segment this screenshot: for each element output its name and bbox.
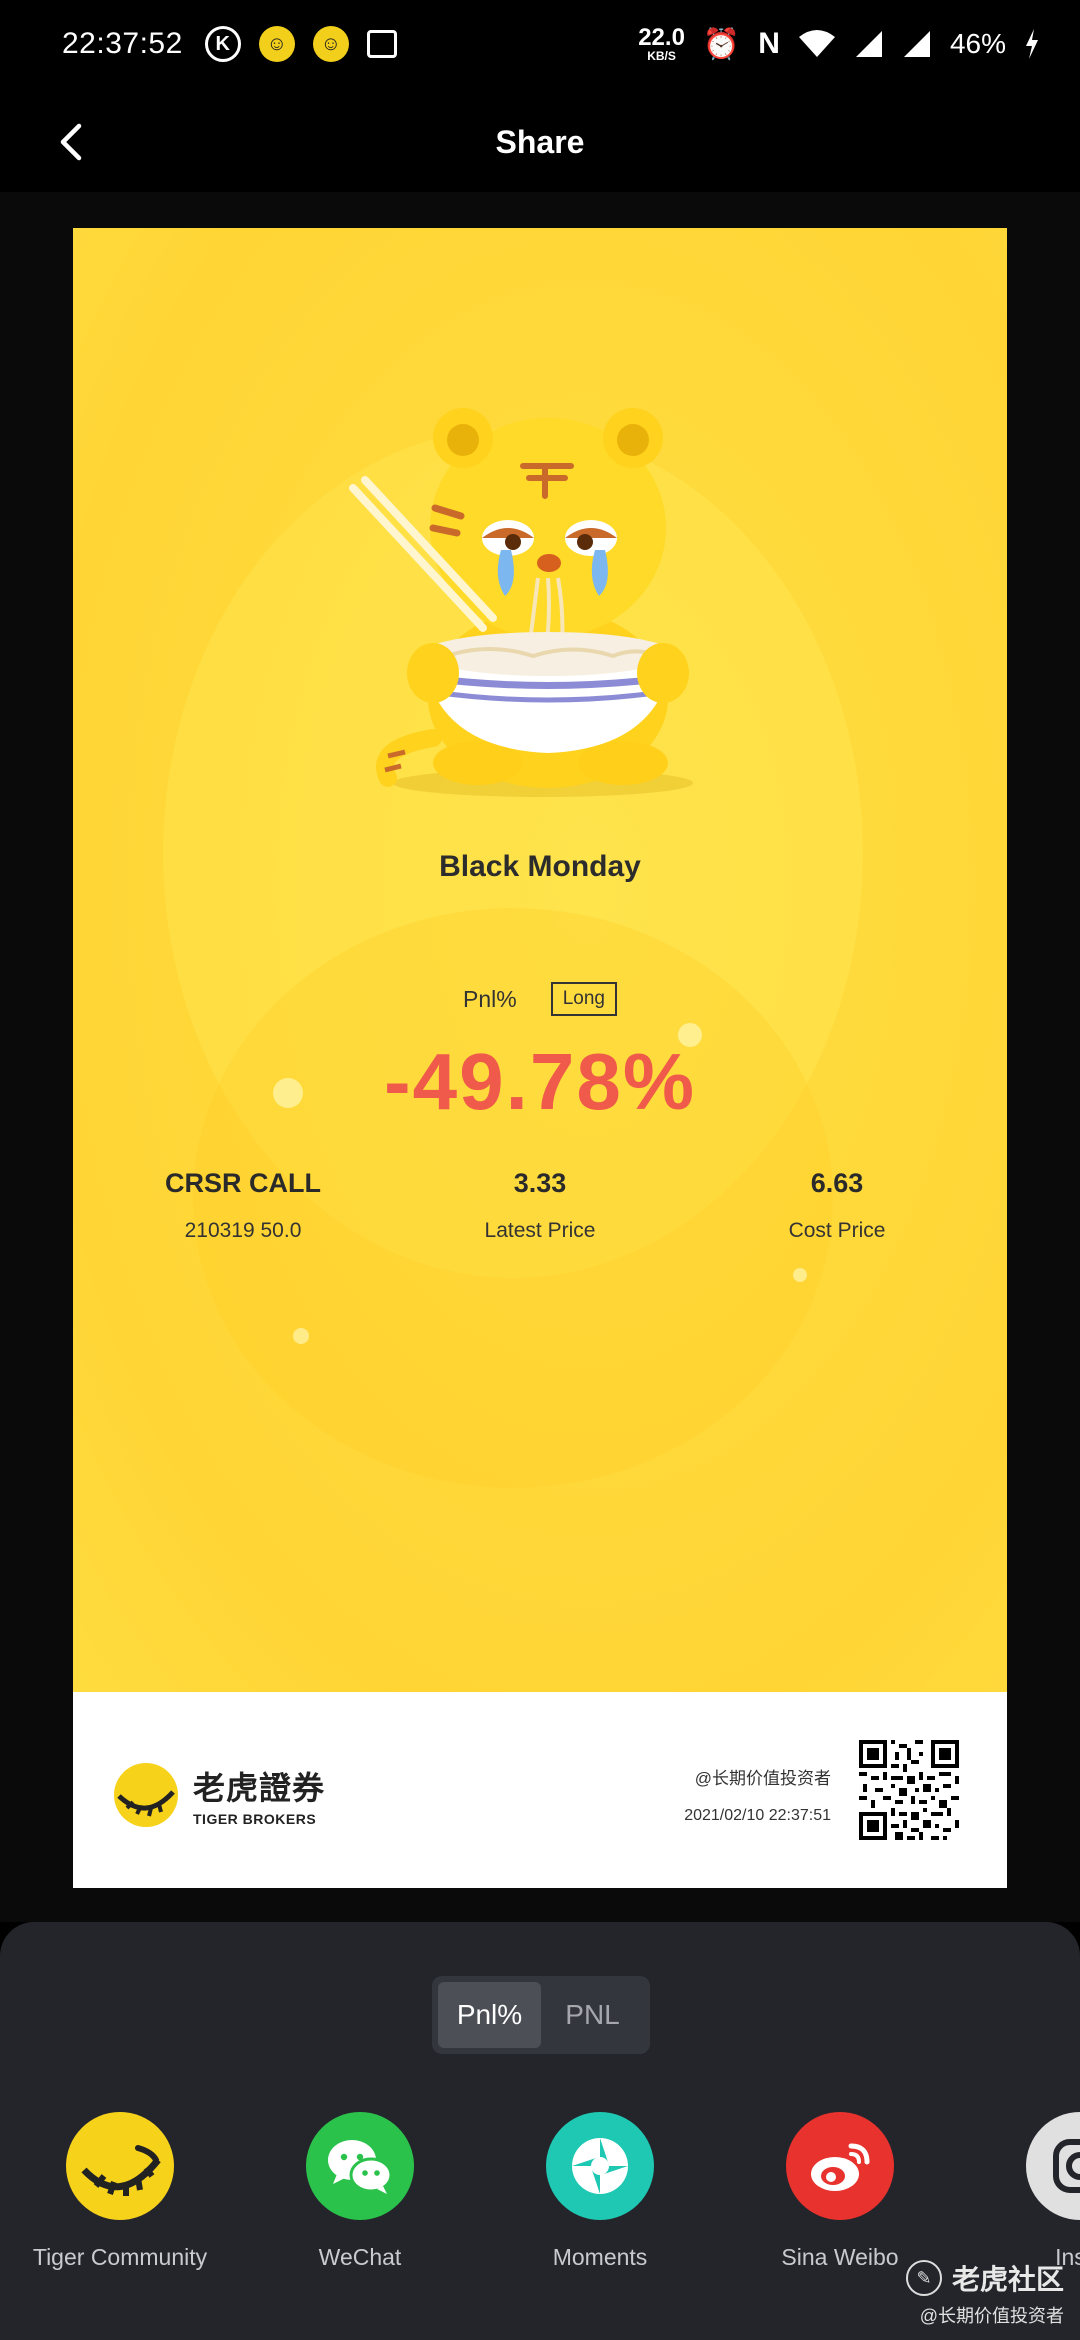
app-header: Share (0, 92, 1080, 192)
weibo-icon (786, 2112, 894, 2220)
battery-percent: 46% (949, 28, 1006, 59)
position-stats: CRSR CALL 210319 50.0 3.33 Latest Price … (113, 1168, 967, 1243)
share-instagram[interactable]: Insta (960, 2112, 1080, 2271)
toggle-pnl-amount[interactable]: PNL (541, 1982, 644, 2048)
watermark-subtitle: @长期价值投资者 (919, 2306, 1064, 2326)
card-footer: 老虎證券 TIGER BROKERS @长期价值投资者 2021/02/10 2… (73, 1692, 1007, 1888)
qr-code (859, 1740, 959, 1840)
share-info: @长期价值投资者 2021/02/10 22:37:51 (684, 1764, 831, 1825)
share-tiger-community[interactable]: Tiger Community (0, 2112, 240, 2271)
pnl-value: -49.78% (384, 1037, 696, 1126)
status-bar: 22:37:52 K ☺ ☺ 22.0 KB/S ⏰ N 46% (0, 0, 1080, 88)
community-watermark: ✎ 老虎社区 @长期价值投资者 (905, 2258, 1064, 2328)
pnl-toggle: Pnl% PNL (432, 1976, 650, 2054)
share-sina-weibo[interactable]: Sina Weibo (720, 2112, 960, 2271)
direction-badge: Long (550, 982, 617, 1016)
tiger-icon (66, 2112, 174, 2220)
k-app-icon: K (204, 26, 241, 62)
back-button[interactable] (42, 114, 98, 170)
share-moments[interactable]: Moments (480, 2112, 720, 2271)
nfc-icon: N (758, 27, 780, 60)
brand-name-cn: 老虎證券 (193, 1770, 326, 1806)
system-icons: 22.0 KB/S ⏰ N 46% (638, 26, 1040, 62)
latest-price-stat: 3.33 Latest Price (410, 1168, 670, 1243)
brand-name-en: TIGER BROKERS (193, 1811, 317, 1827)
tiger-community-icon: ✎ (905, 2260, 942, 2296)
share-date: 2021/02/10 22:37:51 (684, 1807, 831, 1824)
image-icon (366, 30, 397, 58)
net-speed-unit: KB/S (647, 49, 676, 63)
signal-icon (855, 31, 882, 57)
charging-icon (1026, 29, 1038, 59)
contract: 210319 50.0 (184, 1219, 302, 1242)
crying-tiger-illustration (349, 408, 693, 797)
pnl-label: Pnl% (463, 985, 517, 1012)
share-user: @长期价值投资者 (694, 1769, 831, 1788)
notification-icons: K ☺ ☺ (204, 26, 397, 62)
share-label: Tiger Community (32, 2244, 208, 2270)
bokeh-dot (293, 1328, 309, 1344)
page-title: Share (495, 123, 585, 160)
share-targets: Tiger Community WeChat Moments Sina Weib… (0, 2112, 1080, 2270)
latest-price-value: 3.33 (513, 1168, 567, 1198)
share-label: WeChat (318, 2244, 402, 2270)
bokeh-dot (793, 1268, 807, 1282)
symbol-stat: CRSR CALL 210319 50.0 (113, 1168, 373, 1243)
pnl-header: Pnl% Long (73, 982, 1007, 1016)
tiger-notification-icon-2: ☺ (312, 26, 349, 62)
net-speed-value: 22.0 (638, 24, 685, 51)
card-title: Black Monday (439, 850, 641, 883)
share-wechat[interactable]: WeChat (240, 2112, 480, 2271)
symbol: CRSR CALL (165, 1168, 321, 1198)
cost-price-value: 6.63 (810, 1168, 864, 1198)
status-time: 22:37:52 (62, 27, 183, 60)
share-screen: 22:37:52 K ☺ ☺ 22.0 KB/S ⏰ N 46% Share B… (0, 0, 1080, 2340)
share-card: Black Monday Pnl% Long -49.78% CRSR CALL… (73, 228, 1007, 1888)
moments-icon (546, 2112, 654, 2220)
signal-icon-2 (903, 31, 930, 57)
latest-price-label: Latest Price (484, 1219, 596, 1242)
cost-price-stat: 6.63 Cost Price (707, 1168, 967, 1243)
chevron-left-icon (60, 123, 82, 161)
share-sheet: Pnl% PNL Tiger Community WeChat Moments … (0, 1922, 1080, 2340)
instagram-icon (1026, 2112, 1080, 2220)
alarm-icon: ⏰ (702, 27, 741, 61)
wifi-icon (798, 30, 835, 57)
wechat-icon (306, 2112, 414, 2220)
watermark-title: 老虎社区 (951, 2264, 1064, 2295)
brand: 老虎證券 TIGER BROKERS (113, 1762, 325, 1828)
share-label: Moments (552, 2244, 648, 2270)
cost-price-label: Cost Price (788, 1219, 886, 1242)
card-background (73, 228, 1007, 1692)
tiger-brokers-logo-icon (114, 1763, 178, 1827)
net-speed: 22.0 KB/S (638, 24, 685, 63)
tiger-notification-icon: ☺ (258, 26, 295, 62)
toggle-pnl-percent[interactable]: Pnl% (438, 1982, 541, 2048)
